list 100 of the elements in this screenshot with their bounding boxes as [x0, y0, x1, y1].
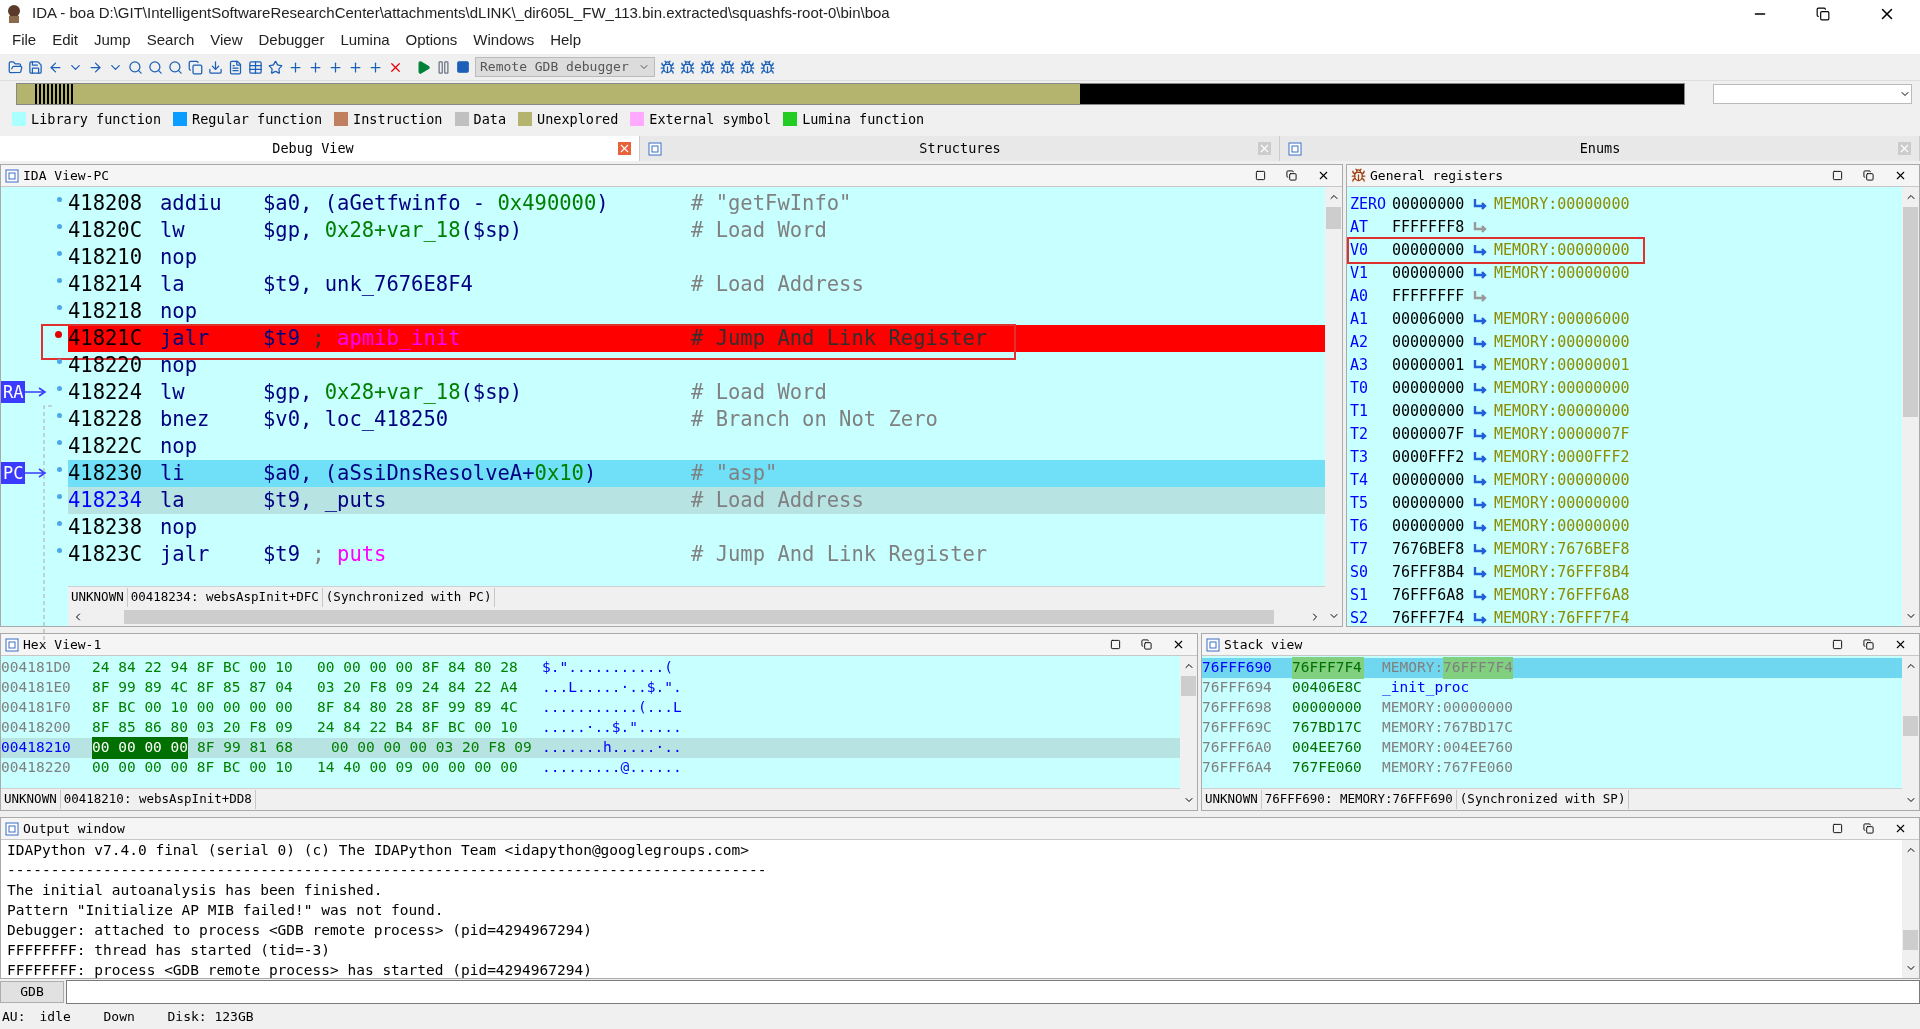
- tab-close-icon[interactable]: [618, 142, 631, 155]
- toolbar-icon[interactable]: [148, 59, 163, 75]
- maximize-icon[interactable]: [1832, 170, 1843, 181]
- register-value[interactable]: 0000007F: [1392, 423, 1472, 446]
- register-value[interactable]: 00000000: [1392, 515, 1472, 538]
- toolbar-icon[interactable]: [48, 59, 63, 75]
- toolbar-icon[interactable]: [248, 59, 263, 75]
- register-value[interactable]: 00006000: [1392, 308, 1472, 331]
- play-icon[interactable]: [416, 59, 431, 75]
- stack-row[interactable]: 76FFF690 76FFF7F4 MEMORY:76FFF7F4: [1202, 658, 1902, 678]
- restore-icon[interactable]: [1863, 639, 1874, 650]
- stack-row[interactable]: 76FFF694 00406E8C _init_proc: [1202, 678, 1902, 698]
- scrollbar[interactable]: [1902, 840, 1919, 978]
- register-value[interactable]: 00000000: [1392, 239, 1472, 262]
- jump-arrow-icon[interactable]: [1472, 473, 1488, 488]
- close-icon[interactable]: [1317, 169, 1330, 182]
- restore-icon[interactable]: [1863, 170, 1874, 181]
- jump-arrow-icon[interactable]: [1472, 611, 1488, 626]
- code-line[interactable]: 418218 nop: [68, 298, 1325, 325]
- horizontal-scrollbar[interactable]: [68, 608, 1325, 626]
- jump-arrow-icon[interactable]: [1472, 427, 1488, 442]
- jump-arrow-icon[interactable]: [1472, 519, 1488, 534]
- toolbar-icon[interactable]: [288, 59, 303, 75]
- menu-item[interactable]: Jump: [86, 29, 139, 52]
- restore-icon[interactable]: [1286, 170, 1297, 181]
- breakpoint-icon[interactable]: [55, 331, 62, 338]
- menu-item[interactable]: Lumina: [332, 29, 398, 52]
- close-icon[interactable]: [1172, 638, 1185, 651]
- register-value[interactable]: 00000000: [1392, 331, 1472, 354]
- jump-arrow-icon[interactable]: [1472, 565, 1488, 580]
- code-line[interactable]: 418228 bnez $v0, loc_418250 # Branch on Not Zero: [68, 406, 1325, 433]
- toolbar-icon[interactable]: [28, 59, 43, 75]
- code-line[interactable]: 418220 nop: [68, 352, 1325, 379]
- tab[interactable]: Debug View: [0, 136, 640, 161]
- menu-item[interactable]: Edit: [44, 29, 87, 52]
- code-line[interactable]: 41823C jalr $t9 ; puts # Jump And Link Register: [68, 541, 1325, 568]
- register-value[interactable]: 76FFF6A8: [1392, 584, 1472, 607]
- menu-item[interactable]: Debugger: [250, 29, 333, 52]
- scroll-thumb[interactable]: [1903, 207, 1918, 417]
- scrollbar[interactable]: [1902, 187, 1919, 626]
- jump-arrow-icon[interactable]: [1472, 197, 1488, 212]
- stack-row[interactable]: 76FFF69C 767BD17C MEMORY:767BD17C: [1202, 718, 1902, 738]
- toolbar-icon[interactable]: [128, 59, 143, 75]
- jump-arrow-icon[interactable]: [1472, 588, 1488, 603]
- maximize-icon[interactable]: [1110, 639, 1121, 650]
- scrollbar[interactable]: [1180, 656, 1197, 810]
- toolbar-icon[interactable]: [88, 59, 103, 75]
- hex-row[interactable]: 004181D0 24 84 22 94 8F BC 00 10 00 00 00 00 8F 84 80 28 $."...........(: [1, 658, 1180, 678]
- code-line[interactable]: 418224 lw $gp, 0x28+var_18($sp) # Load Word: [68, 379, 1325, 406]
- toolbar-icon[interactable]: [328, 59, 343, 75]
- jump-arrow-icon[interactable]: [1472, 404, 1488, 419]
- toolbar-icon[interactable]: [228, 59, 243, 75]
- stack-row[interactable]: 76FFF698 00000000 MEMORY:00000000: [1202, 698, 1902, 718]
- register-value[interactable]: 00000000: [1392, 492, 1472, 515]
- debug-tool-icon[interactable]: [720, 59, 735, 75]
- scrollbar[interactable]: [1325, 187, 1342, 626]
- toolbar-icon[interactable]: [168, 59, 183, 75]
- hex-row[interactable]: 00418200 8F 85 86 80 03 20 F8 09 24 84 22 B4 8F BC 00 10 .....·..$.".....: [1, 718, 1180, 738]
- register-value[interactable]: 76FFF8B4: [1392, 561, 1472, 584]
- toolbar-icon[interactable]: [268, 59, 283, 75]
- jump-arrow-icon[interactable]: [1472, 243, 1488, 258]
- jump-arrow-icon[interactable]: [1472, 312, 1488, 327]
- menu-item[interactable]: Options: [397, 29, 466, 52]
- stack-row[interactable]: 76FFF6A4 767FE060 MEMORY:767FE060: [1202, 758, 1902, 778]
- debug-tool-icon[interactable]: [680, 59, 695, 75]
- register-value[interactable]: 76FFF7F4: [1392, 607, 1472, 626]
- close-icon[interactable]: [1894, 822, 1907, 835]
- command-language-button[interactable]: GDB: [0, 981, 64, 1003]
- menu-item[interactable]: File: [4, 29, 45, 52]
- scroll-thumb[interactable]: [1903, 716, 1918, 736]
- hex-row[interactable]: 004181E0 8F 99 89 4C 8F 85 87 04 03 20 F8 09 24 84 22 A4 ...L.....·..$.".: [1, 678, 1180, 698]
- debug-tool-icon[interactable]: [660, 59, 675, 75]
- debug-tool-icon[interactable]: [760, 59, 775, 75]
- stop-icon[interactable]: [456, 60, 470, 74]
- register-value[interactable]: 7676BEF8: [1392, 538, 1472, 561]
- maximize-icon[interactable]: [1832, 823, 1843, 834]
- close-icon[interactable]: [1894, 638, 1907, 651]
- jump-arrow-icon[interactable]: [1472, 266, 1488, 281]
- jump-arrow-icon[interactable]: [1472, 220, 1488, 235]
- register-value[interactable]: 00000000: [1392, 193, 1472, 216]
- restore-icon[interactable]: [1863, 823, 1874, 834]
- pause-icon[interactable]: [436, 59, 451, 75]
- register-value[interactable]: FFFFFFF8: [1392, 216, 1472, 239]
- jump-arrow-icon[interactable]: [1472, 289, 1488, 304]
- maximize-icon[interactable]: [1255, 170, 1266, 181]
- scroll-thumb[interactable]: [124, 610, 1274, 624]
- code-line[interactable]: 418208 addiu $a0, (aGetfwinfo - 0x490000) # "getFwInfo": [68, 190, 1325, 217]
- register-value[interactable]: FFFFFFFF: [1392, 285, 1472, 308]
- tab[interactable]: Structures: [640, 136, 1280, 161]
- command-input[interactable]: [66, 980, 1920, 1004]
- jump-arrow-icon[interactable]: [1472, 381, 1488, 396]
- register-value[interactable]: 0000FFF2: [1392, 446, 1472, 469]
- jump-arrow-icon[interactable]: [1472, 496, 1488, 511]
- menu-item[interactable]: View: [202, 29, 251, 52]
- hex-row[interactable]: 004181F0 8F BC 00 10 00 00 00 00 8F 84 80 28 8F 99 89 4C ...........(...L: [1, 698, 1180, 718]
- register-value[interactable]: 00000001: [1392, 354, 1472, 377]
- jump-arrow-icon[interactable]: [1472, 358, 1488, 373]
- debug-tool-icon[interactable]: [740, 59, 755, 75]
- toolbar-icon[interactable]: [308, 59, 323, 75]
- code-line[interactable]: 41820C lw $gp, 0x28+var_18($sp) # Load Word: [68, 217, 1325, 244]
